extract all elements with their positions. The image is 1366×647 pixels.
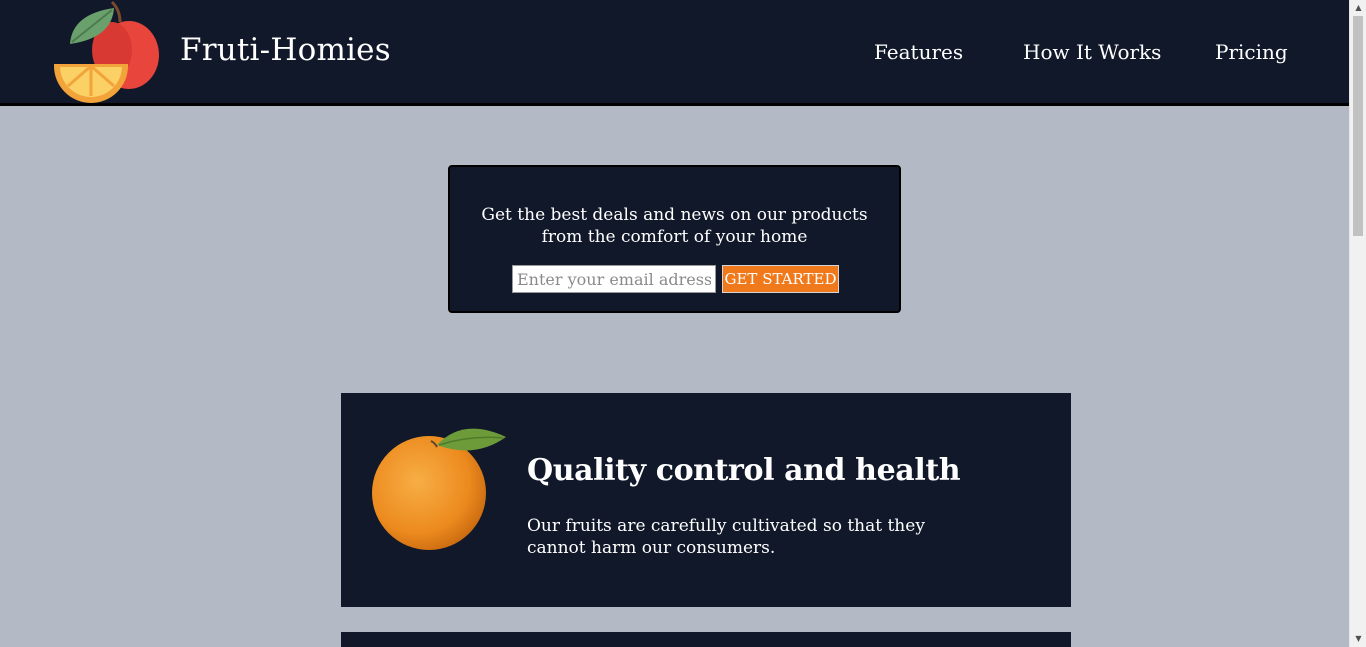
nav-how-it-works[interactable]: How It Works [1023,40,1161,64]
vertical-scrollbar[interactable]: ▲ ▼ [1349,0,1366,647]
nav-features[interactable]: Features [874,40,963,64]
get-started-button[interactable]: GET STARTED [722,265,839,293]
scroll-up-arrow-icon[interactable]: ▲ [1350,0,1366,16]
email-input[interactable] [512,265,716,293]
scrollbar-thumb[interactable] [1353,16,1363,236]
fruit-logo-icon[interactable] [54,0,162,104]
scroll-down-arrow-icon[interactable]: ▼ [1350,631,1366,647]
feature-card-next [341,632,1071,647]
newsletter-signup: Get the best deals and news on our produ… [448,165,901,313]
brand-name: Fruti-Homies [180,32,391,68]
signup-text: Get the best deals and news on our produ… [481,205,868,247]
site-header: Fruti-Homies Features How It Works Prici… [0,0,1349,106]
feature-card-quality: Quality control and health Our fruits ar… [341,393,1071,607]
feature-description: Our fruits are carefully cultivated so t… [527,516,925,558]
nav-pricing[interactable]: Pricing [1215,40,1288,64]
orange-icon [371,423,508,553]
feature-title: Quality control and health [527,453,961,488]
